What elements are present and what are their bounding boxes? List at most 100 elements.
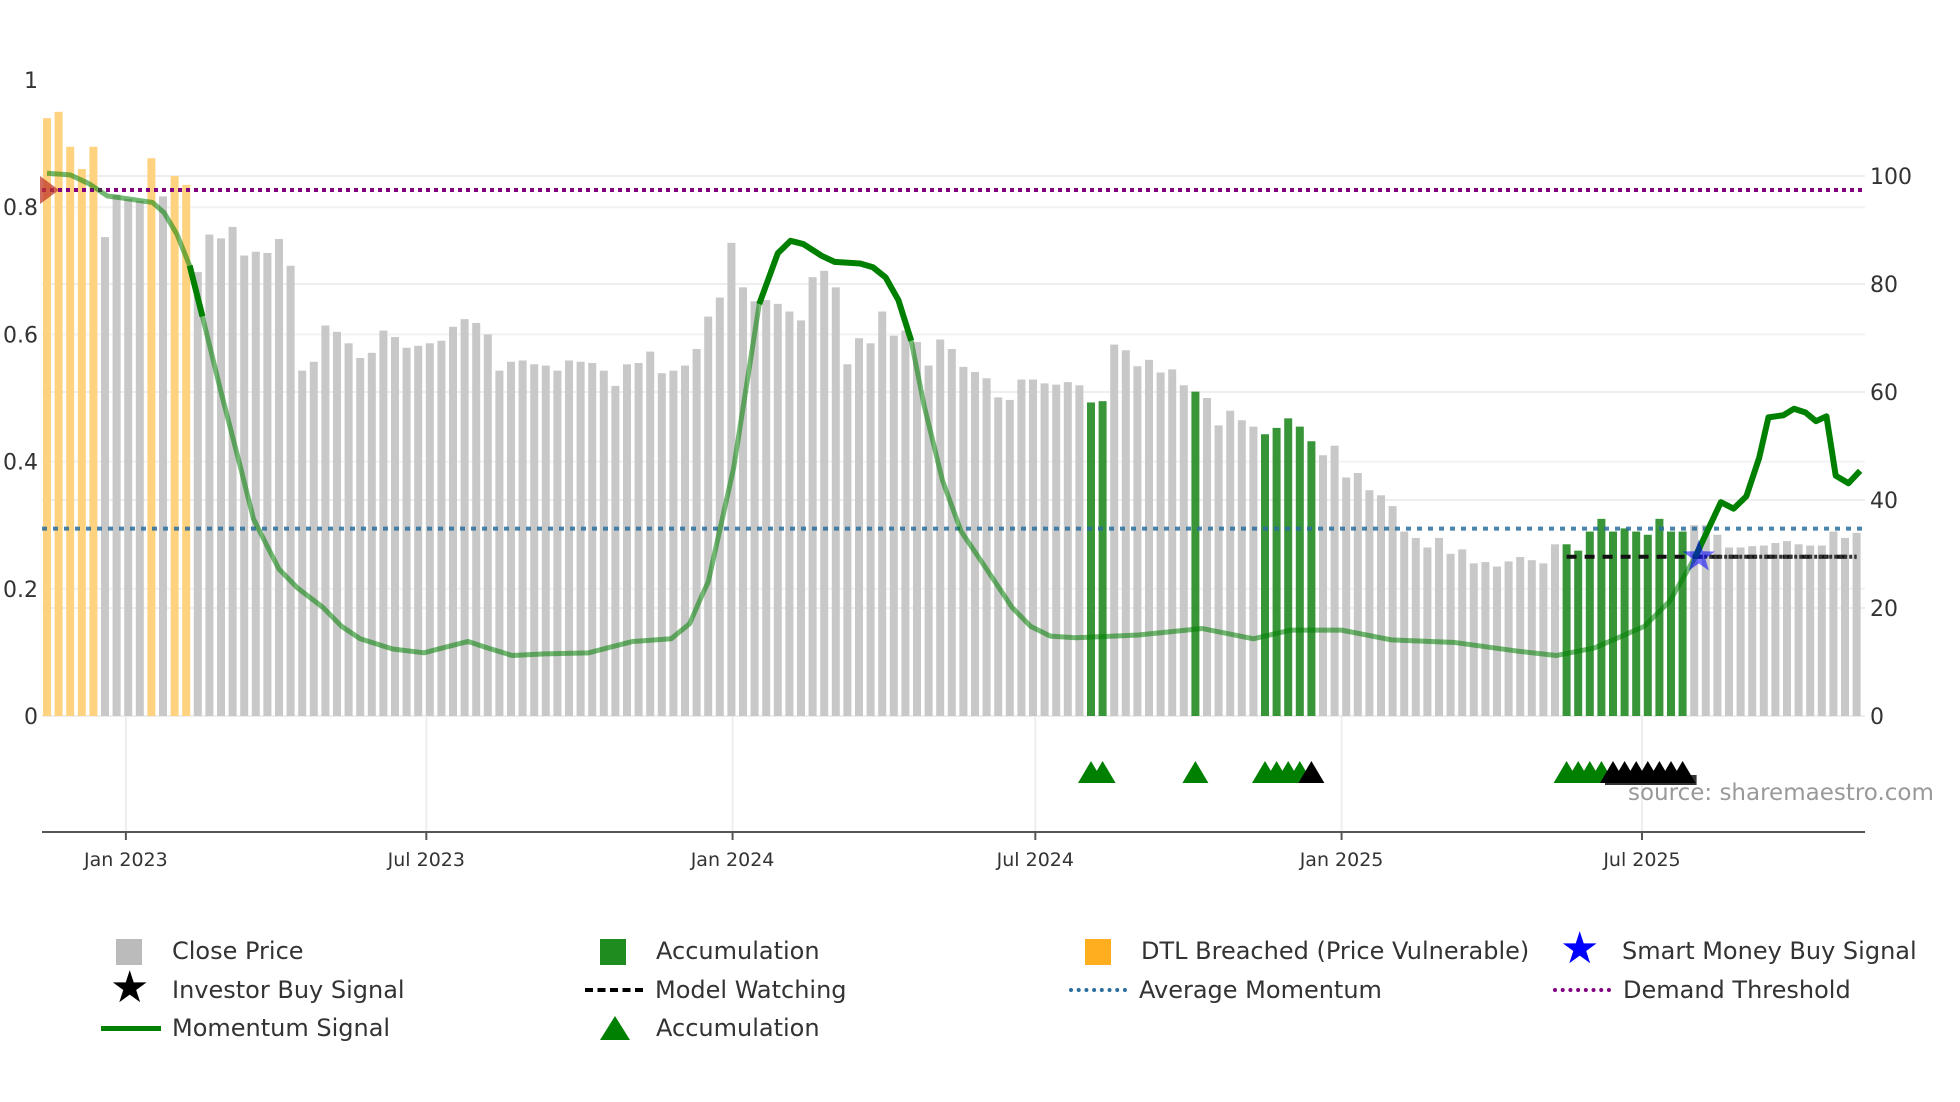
close-price-bar bbox=[762, 300, 771, 716]
close-price-bar bbox=[1759, 545, 1768, 716]
close-price-bar bbox=[1852, 532, 1861, 716]
close-price-bar bbox=[460, 319, 469, 716]
close-price-bar bbox=[773, 303, 782, 716]
close-price-bar bbox=[889, 335, 898, 716]
close-price-bar bbox=[1203, 398, 1211, 716]
close-price-bar bbox=[1133, 366, 1142, 716]
x-tick-label: Jul 2024 bbox=[996, 849, 1074, 871]
close-price-bar bbox=[309, 361, 318, 716]
close-price-bar bbox=[414, 345, 423, 716]
close-price-bar bbox=[1446, 553, 1455, 716]
close-price-bar bbox=[1040, 383, 1049, 716]
close-price-bar bbox=[1725, 547, 1733, 716]
close-price-bar bbox=[1365, 490, 1374, 716]
accumulation-bar bbox=[1307, 441, 1316, 716]
close-price-bar bbox=[333, 331, 341, 716]
right-tick-label: 60 bbox=[1870, 381, 1898, 406]
close-price-bar bbox=[379, 330, 388, 716]
close-price-bar bbox=[1435, 537, 1443, 716]
close-price-bar bbox=[1539, 563, 1548, 716]
close-price-bar bbox=[1736, 547, 1745, 716]
x-tick-label: Jul 2025 bbox=[1602, 849, 1680, 871]
right-tick-label: 100 bbox=[1870, 165, 1912, 190]
accumulation-bar bbox=[1295, 426, 1304, 716]
close-price-bar bbox=[1458, 549, 1467, 716]
close-price-bar bbox=[1052, 384, 1061, 716]
close-price-bar bbox=[1423, 547, 1432, 716]
accumulation-bar bbox=[1574, 550, 1583, 716]
close-price-bar bbox=[1817, 545, 1826, 716]
left-tick-label: 0 bbox=[24, 705, 38, 730]
dtl-breached-bar bbox=[89, 146, 98, 716]
close-price-bar bbox=[530, 364, 539, 716]
close-price-bar bbox=[1017, 379, 1026, 716]
close-price-bar bbox=[878, 311, 887, 716]
close-price-bar bbox=[367, 352, 376, 716]
accumulation-bar bbox=[1098, 401, 1107, 716]
close-price-bar bbox=[112, 194, 121, 717]
close-price-bar bbox=[553, 370, 562, 716]
close-price-bar bbox=[124, 198, 133, 716]
close-price-bar bbox=[205, 234, 214, 716]
accumulation-bar bbox=[1597, 518, 1606, 716]
close-price-bar bbox=[507, 361, 515, 716]
close-price-bar bbox=[1400, 531, 1409, 716]
right-tick-label: 40 bbox=[1870, 489, 1898, 514]
close-price-bar bbox=[611, 385, 620, 716]
accumulation-bar bbox=[1087, 402, 1095, 716]
dtl-breached-bar bbox=[77, 169, 86, 717]
x-tick-label: Jan 2024 bbox=[690, 849, 775, 871]
close-price-bar bbox=[135, 200, 144, 717]
accumulation-bar bbox=[1191, 391, 1200, 716]
accumulation-bar bbox=[1585, 531, 1594, 716]
close-price-bar bbox=[820, 270, 829, 716]
close-price-bar bbox=[1504, 561, 1513, 716]
close-price-bar bbox=[1469, 563, 1478, 716]
right-tick-label: 0 bbox=[1870, 705, 1884, 730]
x-tick-label: Jan 2023 bbox=[83, 849, 168, 871]
left-tick-label: 0.2 bbox=[3, 578, 38, 603]
close-price-bar bbox=[704, 316, 713, 716]
close-price-bar bbox=[797, 320, 805, 716]
close-price-bar bbox=[982, 378, 991, 716]
close-price-bar bbox=[1481, 562, 1490, 716]
close-price-bar bbox=[1063, 382, 1072, 716]
accumulation-bar bbox=[1284, 418, 1293, 716]
close-price-bar bbox=[1829, 531, 1838, 716]
right-tick-label: 20 bbox=[1870, 597, 1898, 622]
close-price-bar bbox=[1527, 560, 1536, 716]
accumulation-bar bbox=[1609, 531, 1617, 716]
close-price-bar bbox=[1713, 534, 1722, 716]
right-tick-label: 80 bbox=[1870, 273, 1898, 298]
dtl-breached-bar bbox=[147, 158, 156, 716]
close-price-bar bbox=[831, 287, 840, 716]
close-price-bar bbox=[1156, 372, 1165, 716]
dtl-breached-bar bbox=[66, 146, 75, 716]
dtl-breached-bar bbox=[170, 176, 179, 716]
source-label: source: sharemaestro.com bbox=[1628, 780, 1934, 806]
close-price-bar bbox=[275, 239, 283, 716]
close-price-bar bbox=[588, 363, 597, 716]
close-price-bar bbox=[1179, 385, 1188, 716]
close-price-bar bbox=[1493, 566, 1501, 716]
close-price-bar bbox=[298, 370, 307, 716]
close-price-bar bbox=[1516, 557, 1525, 716]
close-price-bar bbox=[1551, 544, 1559, 716]
accumulation-bar bbox=[1632, 531, 1641, 716]
close-price-bar bbox=[1005, 399, 1014, 716]
close-price-bar bbox=[321, 325, 330, 716]
close-price-bar bbox=[1771, 543, 1780, 716]
close-price-bar bbox=[228, 226, 237, 716]
close-price-bar bbox=[1783, 541, 1791, 716]
close-price-bar bbox=[193, 272, 202, 716]
close-price-bar bbox=[1330, 445, 1339, 716]
close-price-bar bbox=[1748, 546, 1757, 716]
close-price-bar bbox=[159, 196, 167, 716]
left-tick-label: 0.6 bbox=[3, 323, 38, 348]
close-price-bar bbox=[901, 330, 910, 716]
close-price-bar bbox=[1214, 425, 1223, 716]
close-price-bar bbox=[1145, 359, 1153, 716]
close-price-bar bbox=[1029, 379, 1037, 716]
close-price-bar bbox=[483, 334, 492, 716]
chart: Jan 2023 Jul 2023 Jan 2024 Jul 2024 Jan 2025… bbox=[3, 69, 1912, 871]
